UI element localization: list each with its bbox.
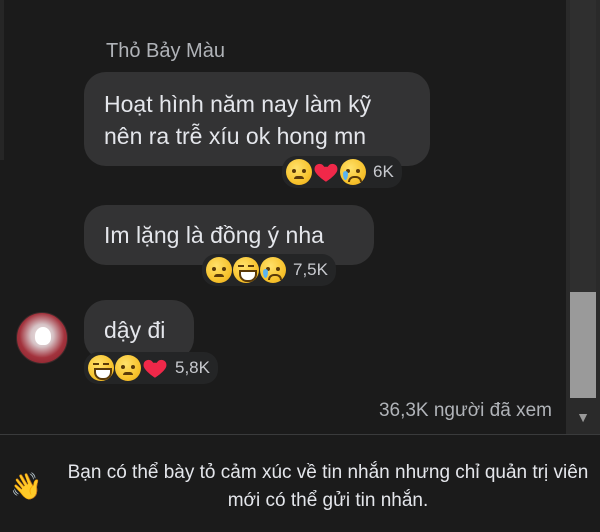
panel-edge [0,0,4,160]
message-text: dậy đi [104,317,166,343]
message-text-line: nên ra trễ xíu ok hong mn [104,123,367,149]
reaction-count: 5,8K [175,358,210,377]
avatar[interactable] [16,312,68,364]
message-bubble[interactable]: Hoạt hình năm nay làm kỹ nên ra trễ xíu … [84,72,430,166]
heart-icon [142,355,168,381]
angry-face-icon [286,159,312,185]
message-text: Im lặng là đồng ý nha [104,222,324,248]
chat-panel: Thỏ Bảy Màu Hoạt hình năm nay làm kỹ nên… [0,0,600,434]
reaction-bar[interactable]: 5,8K [84,352,218,384]
angry-face-icon [206,257,232,283]
laughing-face-icon [233,257,259,283]
seen-count[interactable]: 36,3K người đã xem [379,400,552,422]
angry-face-icon [115,355,141,381]
reaction-count: 6K [373,162,394,181]
heart-icon [313,159,339,185]
scrollbar[interactable]: ▼ [566,0,600,434]
message-text-line: Hoạt hình năm nay làm kỹ [104,91,372,117]
sender-name: Thỏ Bảy Màu [106,40,225,62]
scroll-down-arrow-icon[interactable]: ▼ [566,400,600,434]
crying-face-icon [340,159,366,185]
laughing-face-icon [88,355,114,381]
scroll-thumb[interactable] [570,292,596,398]
reaction-bar[interactable]: 7,5K [202,254,336,286]
footer-notice: 👋 Bạn có thể bày tỏ cảm xúc về tin nhắn … [0,434,600,532]
crying-face-icon [260,257,286,283]
reaction-count: 7,5K [293,260,328,279]
reaction-bar[interactable]: 6K [282,156,402,188]
waving-hand-icon: 👋 [10,471,43,501]
message-bubble[interactable]: dậy đi [84,300,194,360]
notice-text: Bạn có thể bày tỏ cảm xúc về tin nhắn nh… [67,462,589,511]
